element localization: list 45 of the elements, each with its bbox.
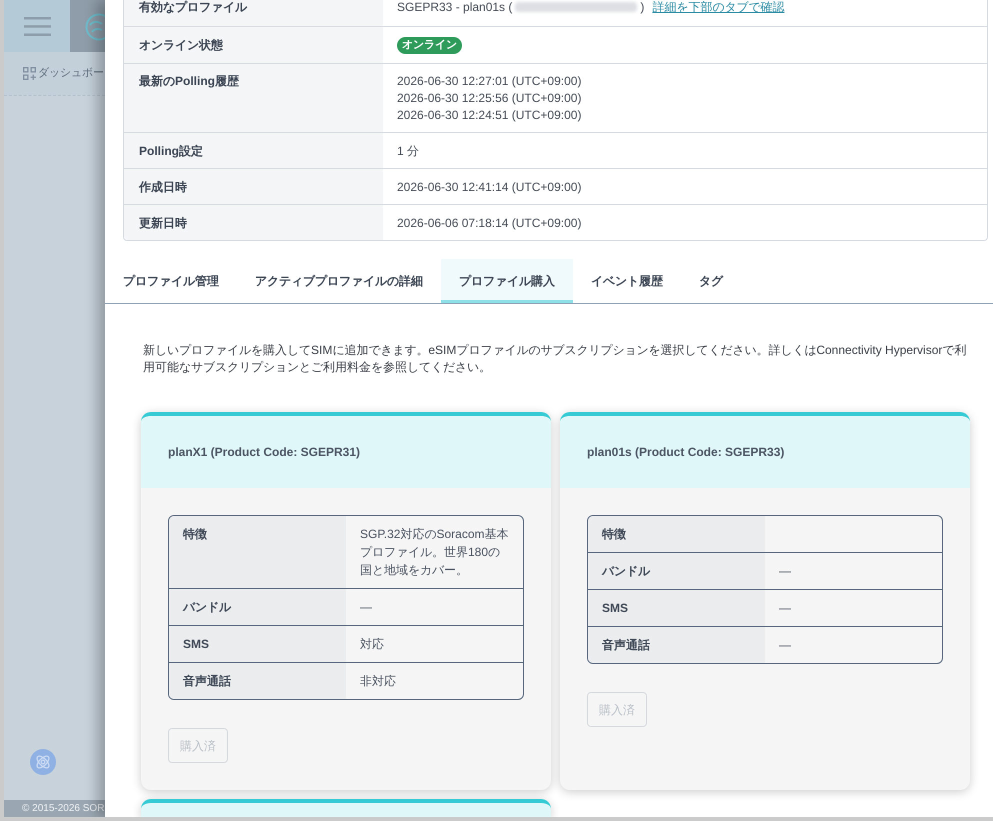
- detail-link[interactable]: 詳細を下部のタブで確認: [652, 0, 784, 14]
- feature-value: —: [359, 599, 373, 616]
- tab[interactable]: タグ: [681, 259, 741, 303]
- feature-value: 非対応: [359, 673, 397, 690]
- feature-label: 音声通話: [169, 663, 346, 699]
- detail-label: Polling設定: [124, 133, 383, 168]
- grid-icon: [23, 67, 36, 80]
- feature-label: SMS: [588, 590, 765, 626]
- tab[interactable]: アクティブプロファイルの詳細: [237, 259, 441, 303]
- profile-name: SGEPR33 - plan01s (: [397, 0, 512, 14]
- plan-title: plan01s (Product Code: SGEPR33): [587, 444, 784, 461]
- detail-label: 最新のPolling履歴: [124, 64, 383, 132]
- feature-label: バンドル: [169, 589, 346, 625]
- feature-value: SGP.32対応のSoracom基本プロファイル。世界180の国と地域をカバー。: [359, 526, 510, 579]
- feature-label: バンドル: [588, 553, 765, 589]
- logo-icon: [85, 13, 105, 41]
- closing-parenthesis: ): [640, 0, 644, 14]
- timestamp: 2026-06-30 12:27:01 (UTC+09:00): [397, 73, 582, 90]
- atom-icon[interactable]: [30, 749, 56, 775]
- feature-value: —: [778, 563, 792, 580]
- detail-label: 更新日時: [124, 205, 383, 240]
- feature-value: 対応: [359, 636, 385, 653]
- plan-title: planX1 (Product Code: SGEPR31): [168, 444, 360, 461]
- tab[interactable]: イベント履歴: [573, 259, 681, 303]
- feature-label: 音声通話: [588, 627, 765, 663]
- detail-value: 2026-06-30 12:41:14 (UTC+09:00): [397, 178, 582, 194]
- detail-value: 1 分: [397, 142, 420, 158]
- feature-label: SMS: [169, 626, 346, 662]
- timestamp: 2026-06-30 12:24:51 (UTC+09:00): [397, 107, 582, 124]
- description-text: 新しいプロファイルを購入してSIMに追加できます。eSIMプロファイルのサブスクリプションを選択してください。詳しくはConnectivity Hypervisorで利用可能なサブスクリプションとご利用料金を参照してください。: [142, 342, 968, 376]
- menu-icon: [24, 16, 50, 36]
- copyright-footer: © 2015-2026 SOR: [4, 800, 105, 817]
- tab[interactable]: プロファイル管理: [105, 259, 237, 303]
- status-badge: オンライン: [397, 36, 462, 54]
- timestamp: 2026-06-30 12:25:56 (UTC+09:00): [397, 90, 582, 107]
- detail-value: 2026-06-06 07:18:14 (UTC+09:00): [397, 214, 582, 230]
- feature-value: —: [778, 637, 792, 654]
- tab[interactable]: プロファイル購入: [441, 259, 573, 303]
- menu-button[interactable]: [4, 0, 70, 52]
- feature-label: 特徴: [169, 516, 346, 588]
- feature-label: 特徴: [588, 516, 765, 552]
- detail-label: 作成日時: [124, 169, 383, 204]
- detail-label: 有効なプロファイル: [124, 0, 383, 26]
- feature-value: —: [778, 600, 792, 617]
- detail-label: オンライン状態: [124, 27, 383, 63]
